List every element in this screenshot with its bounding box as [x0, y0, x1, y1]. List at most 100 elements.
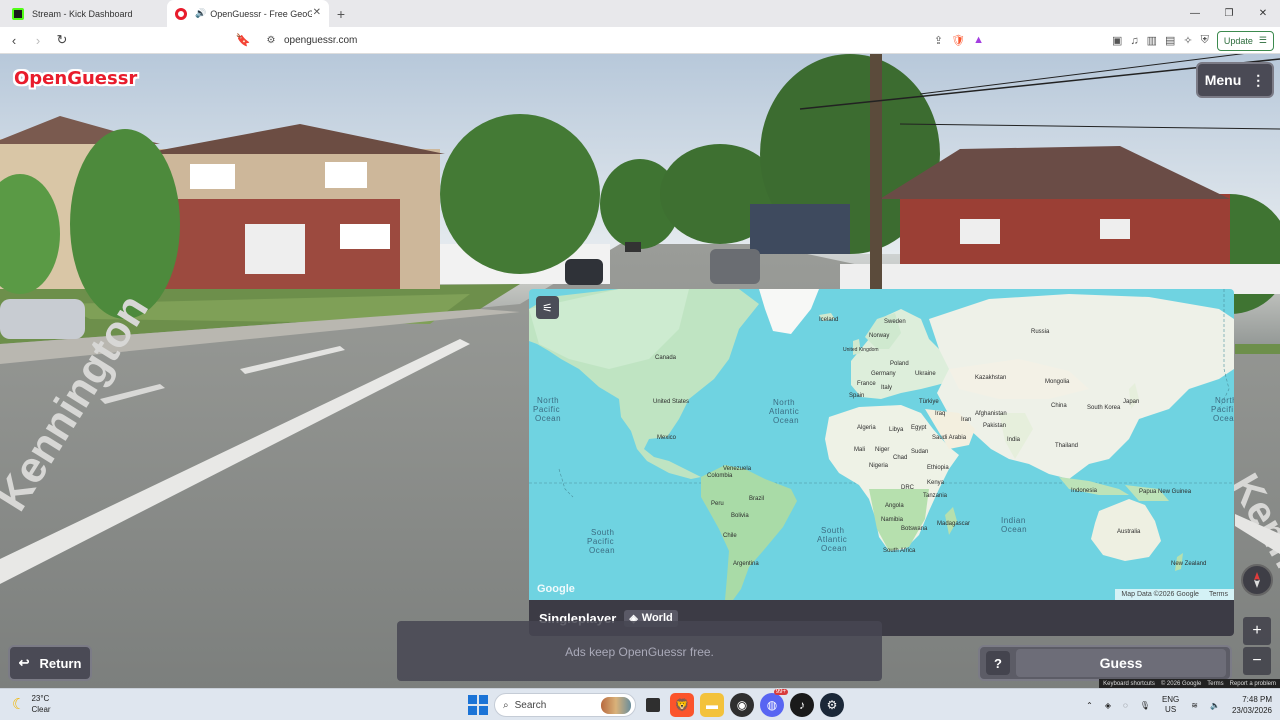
- windows-start-icon[interactable]: [468, 695, 488, 715]
- ocean-label: North: [1215, 396, 1234, 405]
- map-label-us: United States: [653, 399, 689, 405]
- map-label-pakistan: Pakistan: [983, 423, 1006, 429]
- map-label-botswana: Botswana: [901, 526, 928, 532]
- map-label-kazakhstan: Kazakhstan: [975, 375, 1006, 381]
- discord-badge: 99+: [773, 689, 788, 695]
- region-code: US: [1165, 705, 1177, 714]
- map-label-mali: Mali: [854, 447, 865, 453]
- media-icon[interactable]: ♫: [1130, 35, 1138, 47]
- keyboard-shortcuts-link[interactable]: Keyboard shortcuts: [1103, 681, 1155, 687]
- map-label-greenland: Greenland: [777, 303, 805, 309]
- map-label-papua-new-guinea: Papua New Guinea: [1139, 489, 1192, 495]
- kick-icon: [12, 7, 24, 20]
- back-icon[interactable]: ‹: [4, 30, 24, 50]
- map-label-japan: Japan: [1123, 399, 1139, 405]
- ocean-label: Ocean: [821, 544, 847, 553]
- address-bar[interactable]: 🔖 ⚙ openguessr.com ⇪ 🛡 ▲: [232, 29, 984, 51]
- vpn-icon[interactable]: ⛨: [1201, 34, 1209, 47]
- map-settings-button[interactable]: ⚟: [536, 296, 559, 319]
- compass-icon[interactable]: [1241, 564, 1273, 596]
- map-label-uk: United Kingdom: [843, 347, 879, 353]
- world-map[interactable]: Greenland Iceland Sweden Norway Russia C…: [529, 289, 1234, 600]
- ocean-label: Pacific: [533, 405, 560, 414]
- map-label-afghanistan: Afghanistan: [975, 411, 1007, 417]
- reload-icon[interactable]: ↻: [52, 30, 72, 50]
- windows-taskbar: ☾ 23°C Clear ⌕ Search 🦁 ▬ ◉ ◍99+ ♪ ⚙ ⌃: [0, 688, 1280, 720]
- tab-kick-dashboard[interactable]: Stream - Kick Dashboard: [4, 0, 167, 27]
- map-label-argentina: Argentina: [733, 561, 759, 567]
- wifi-icon[interactable]: ≋: [1191, 701, 1198, 710]
- google-logo: Google: [537, 583, 575, 595]
- forward-icon[interactable]: ›: [28, 30, 48, 50]
- share-icon[interactable]: ⇪: [934, 34, 943, 47]
- map-label-india: India: [1007, 437, 1021, 443]
- obs-icon[interactable]: ◉: [730, 693, 754, 717]
- map-label-south-korea: South Korea: [1087, 405, 1121, 411]
- map-label-tanzania: Tanzania: [923, 493, 948, 499]
- tiktok-icon[interactable]: ♪: [790, 693, 814, 717]
- close-window-icon[interactable]: ✕: [1246, 0, 1280, 27]
- weather-widget[interactable]: ☾ 23°C Clear: [12, 693, 51, 715]
- microphone-icon[interactable]: 🎙: [1140, 701, 1150, 710]
- return-label: Return: [39, 655, 82, 671]
- report-problem-link[interactable]: Report a problem: [1230, 681, 1276, 687]
- brave-icon[interactable]: 🦁: [670, 693, 694, 717]
- openguessr-logo[interactable]: OpenGuessr: [14, 68, 137, 89]
- system-tray: ⌃ ◈ ◌ 🎙 ENG US ≋ 🔈 7:48 PM 23/03/2026: [1086, 692, 1272, 718]
- screenshot-icon[interactable]: ▣: [1112, 34, 1122, 47]
- compass-needle: [1254, 572, 1260, 588]
- menu-button[interactable]: Menu ⋮: [1196, 62, 1274, 98]
- map-label-libya: Libya: [889, 427, 904, 433]
- restore-icon[interactable]: ❐: [1212, 0, 1246, 27]
- chevron-up-icon[interactable]: ⌃: [1086, 701, 1093, 710]
- vpn-tray-icon[interactable]: ◈: [1105, 701, 1111, 710]
- sidebar-icon[interactable]: ▥: [1147, 34, 1157, 47]
- ad-text: Ads keep OpenGuessr free.: [565, 645, 714, 659]
- map-label-south-africa: South Africa: [883, 548, 916, 554]
- tab-openguessr[interactable]: 🔊 OpenGuessr - Free GeoGuess ✕: [167, 0, 329, 27]
- minimize-icon[interactable]: —: [1178, 0, 1212, 27]
- volume-icon[interactable]: 🔈: [1210, 701, 1220, 710]
- map-label-norway: Norway: [869, 333, 889, 339]
- leo-ai-icon[interactable]: ✧: [1183, 34, 1192, 47]
- discord-icon[interactable]: ◍ 99+: [760, 689, 788, 717]
- map-label-ukraine: Ukraine: [915, 371, 936, 377]
- map-label-china: China: [1051, 403, 1067, 409]
- tab-title: Stream - Kick Dashboard: [32, 8, 133, 19]
- street-view[interactable]: Kennington Kennington OpenGuessr Menu ⋮: [0, 54, 1280, 688]
- audio-playing-icon[interactable]: 🔊: [195, 8, 206, 19]
- map-label-spain: Spain: [849, 393, 864, 399]
- new-tab-button[interactable]: +: [329, 0, 353, 27]
- file-explorer-icon[interactable]: ▬: [700, 693, 724, 717]
- terms-link[interactable]: Terms: [1207, 681, 1223, 687]
- steam-icon[interactable]: ⚙: [820, 693, 844, 717]
- brave-rewards-icon[interactable]: ▲: [973, 34, 984, 46]
- guess-button[interactable]: Guess: [1016, 649, 1226, 677]
- taskbar-search[interactable]: ⌕ Search: [494, 693, 636, 717]
- zoom-out-button[interactable]: −: [1243, 647, 1271, 675]
- ocean-label: Pacific: [587, 537, 614, 546]
- wifi-small-icon[interactable]: ◌: [1123, 701, 1128, 710]
- map-label-nigeria: Nigeria: [869, 463, 889, 469]
- language-indicator[interactable]: ENG US: [1162, 695, 1179, 715]
- help-button[interactable]: ?: [986, 651, 1010, 675]
- site-settings-icon[interactable]: ⚙: [260, 35, 282, 46]
- update-button[interactable]: Update ☰: [1216, 30, 1274, 51]
- brave-shields-icon[interactable]: 🛡: [951, 34, 965, 47]
- browser-tab-bar: Stream - Kick Dashboard 🔊 OpenGuessr - F…: [0, 0, 1280, 27]
- map-label-indonesia: Indonesia: [1071, 488, 1098, 494]
- browser-toolbar: ‹ › ↻ 🔖 ⚙ openguessr.com ⇪ 🛡 ▲ ▣ ♫ ▥ ▤ ✧…: [0, 27, 1280, 54]
- map-terms-link[interactable]: Terms: [1209, 591, 1228, 598]
- zoom-in-button[interactable]: +: [1243, 617, 1271, 645]
- wallet-icon[interactable]: ▤: [1165, 34, 1175, 47]
- task-view-icon[interactable]: [646, 698, 660, 712]
- return-button[interactable]: ↩ Return: [8, 645, 92, 681]
- map-label-saudi-arabia: Saudi Arabia: [932, 435, 967, 441]
- close-tab-icon[interactable]: ✕: [313, 7, 321, 18]
- ocean-label: Ocean: [773, 416, 799, 425]
- clock[interactable]: 7:48 PM 23/03/2026: [1232, 694, 1272, 716]
- bookmark-icon[interactable]: 🔖: [232, 33, 254, 47]
- menu-label: Menu: [1204, 72, 1242, 88]
- url-text[interactable]: openguessr.com: [284, 35, 357, 46]
- search-icon: ⌕: [503, 699, 509, 711]
